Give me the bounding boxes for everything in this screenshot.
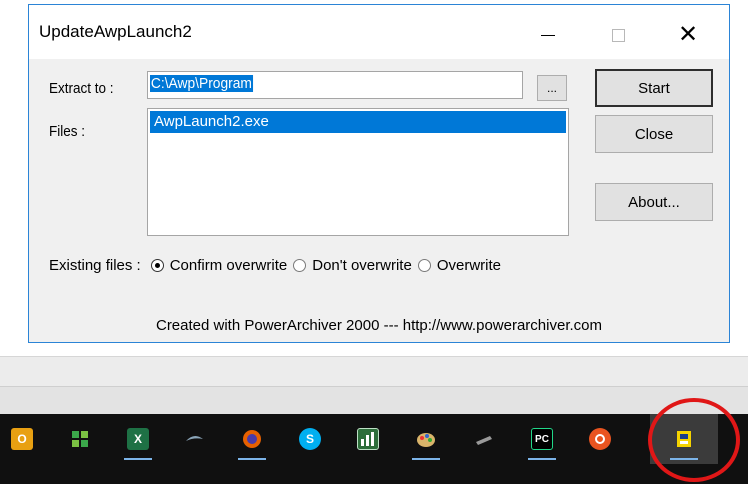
about-button[interactable]: About...	[595, 183, 713, 221]
extract-path-input[interactable]: C:\Awp\Program	[147, 71, 523, 99]
files-list[interactable]: AwpLaunch2.exe	[147, 108, 569, 236]
extract-to-label: Extract to :	[49, 80, 114, 97]
active-indicator	[412, 458, 440, 460]
close-icon: ✕	[677, 21, 699, 48]
footer-credit: Created with PowerArchiver 2000 --- http…	[155, 317, 602, 334]
taskbar-skype[interactable]: S	[288, 414, 332, 464]
active-indicator	[238, 458, 266, 460]
dont-overwrite-radio[interactable]	[293, 259, 307, 272]
dont-overwrite-label[interactable]: Don't overwrite	[312, 257, 412, 274]
taskbar-arrow-app[interactable]	[172, 414, 216, 464]
minimize-icon	[541, 34, 555, 36]
firefox-icon	[241, 428, 263, 450]
taskbar-paint[interactable]	[404, 414, 448, 464]
active-indicator	[528, 458, 556, 460]
minimize-button[interactable]	[523, 15, 573, 55]
window-title: UpdateAwpLaunch2	[39, 22, 192, 41]
maximize-button[interactable]	[593, 15, 643, 55]
background-strip	[0, 356, 748, 386]
confirm-overwrite-radio[interactable]	[150, 259, 164, 272]
maximize-icon	[611, 28, 625, 42]
pen-icon	[473, 428, 495, 450]
outlook-icon: O	[11, 428, 33, 450]
browse-button[interactable]: ...	[537, 75, 567, 101]
active-indicator	[124, 458, 152, 460]
app-arrow-icon	[183, 428, 205, 450]
pycharm-icon: PC	[531, 428, 553, 450]
start-button[interactable]: Start	[595, 69, 713, 107]
chart-app-icon	[357, 428, 379, 450]
highlight-circle	[648, 398, 740, 482]
existing-files-label: Existing files :	[49, 257, 141, 274]
update-window: UpdateAwpLaunch2 ✕ Extract to : C:\Awp\P…	[28, 4, 730, 343]
taskbar-pen[interactable]	[462, 414, 506, 464]
paint-icon	[415, 428, 437, 450]
overwrite-radio[interactable]	[417, 259, 431, 272]
taskbar-chart-app[interactable]	[346, 414, 390, 464]
background-strip-2	[0, 386, 748, 414]
taskbar-excel[interactable]: X	[116, 414, 160, 464]
close-button[interactable]: Close	[595, 115, 713, 153]
overwrite-label[interactable]: Overwrite	[437, 257, 501, 274]
files-label: Files :	[49, 123, 86, 140]
close-window-button[interactable]: ✕	[663, 15, 713, 55]
list-item[interactable]: AwpLaunch2.exe	[150, 111, 566, 133]
ubuntu-icon	[589, 428, 611, 450]
taskbar-outlook[interactable]: O	[0, 414, 44, 464]
skype-icon: S	[299, 428, 321, 450]
taskbar: O X S PC	[0, 414, 748, 484]
games-icon	[69, 428, 91, 450]
taskbar-firefox[interactable]	[230, 414, 274, 464]
taskbar-ubuntu[interactable]	[578, 414, 622, 464]
taskbar-games[interactable]	[58, 414, 102, 464]
taskbar-pycharm[interactable]: PC	[520, 414, 564, 464]
extract-path-value: C:\Awp\Program	[150, 75, 253, 92]
confirm-overwrite-label[interactable]: Confirm overwrite	[170, 257, 288, 274]
excel-icon: X	[127, 428, 149, 450]
existing-files-group: Existing files : Confirm overwrite Don't…	[49, 257, 507, 274]
title-bar[interactable]: UpdateAwpLaunch2 ✕	[29, 5, 729, 59]
